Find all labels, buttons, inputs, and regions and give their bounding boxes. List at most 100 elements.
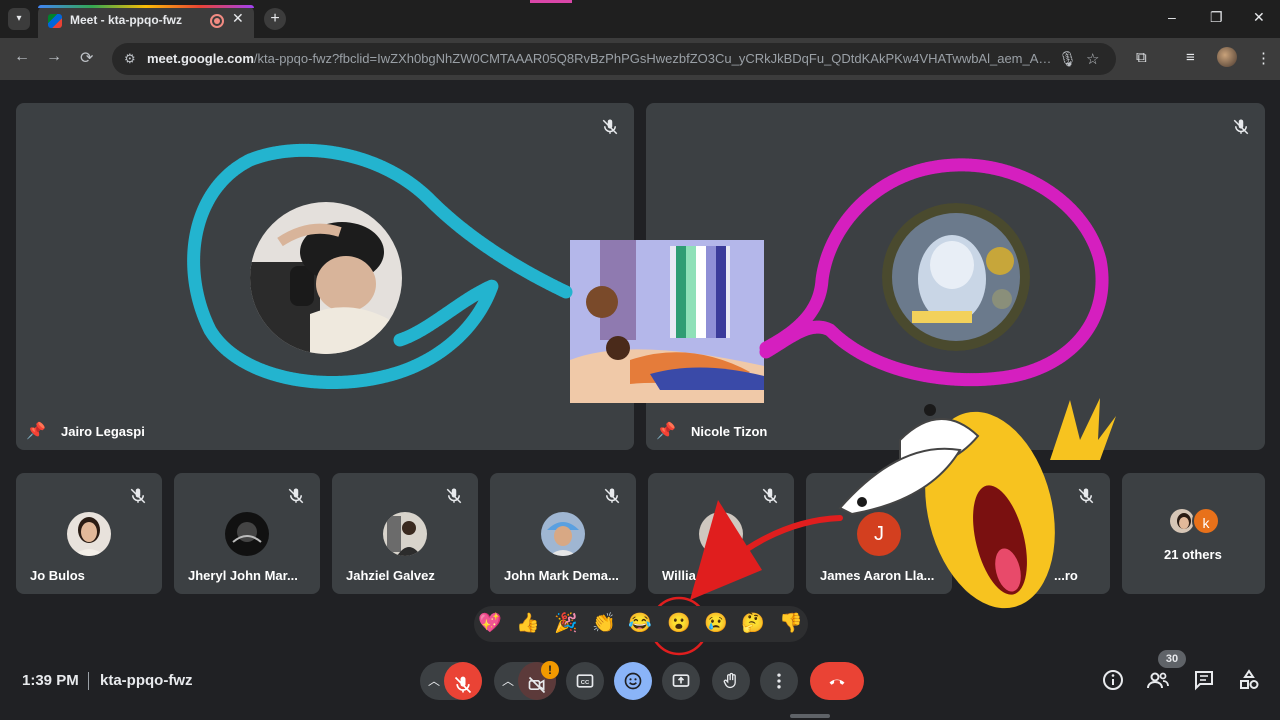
more-vert-icon: [777, 673, 781, 689]
mic-off-icon: [601, 118, 619, 136]
microphone-toggle-button[interactable]: [444, 662, 482, 700]
camera-off-icon: [528, 677, 546, 694]
meet-favicon-icon: [48, 14, 62, 28]
reaction-thumbs-down-icon[interactable]: 👎: [779, 612, 803, 636]
participant-count-badge: 30: [1158, 650, 1186, 668]
people-icon: [1147, 672, 1169, 689]
reaction-thumbs-up-icon[interactable]: 👍: [516, 612, 540, 636]
browser-toolbar: ← → ⟳ ⚙ meet.google.com/kta-ppqo-fwz?fbc…: [0, 38, 1280, 80]
reaction-crying-icon[interactable]: 😢: [704, 612, 728, 636]
close-window-button[interactable]: ✕: [1253, 9, 1265, 26]
mic-off-icon: [454, 676, 472, 694]
reload-icon[interactable]: ⟳: [80, 48, 93, 68]
tab-indicator-mark: [530, 0, 572, 3]
participant-tile[interactable]: Jahziel Galvez: [332, 473, 478, 594]
participant-avatar: [699, 512, 743, 556]
participant-tile[interactable]: Jheryl John Mar...: [174, 473, 320, 594]
mic-off-icon: [761, 487, 779, 505]
video-options-chevron-icon[interactable]: ︿: [502, 662, 514, 700]
emoji-icon: [624, 672, 642, 690]
pin-icon[interactable]: 📌: [656, 421, 676, 441]
reaction-tears-of-joy-icon[interactable]: 😂: [628, 612, 652, 636]
raise-hand-button[interactable]: [712, 662, 750, 700]
reaction-clapping-icon[interactable]: 👏: [592, 612, 616, 636]
microphone-in-use-icon[interactable]: 🎙: [1058, 50, 1077, 68]
reaction-party-popper-icon[interactable]: 🎉: [554, 612, 578, 636]
participant-name: Jo Bulos: [30, 568, 85, 583]
meeting-time: 1:39 PM: [22, 672, 79, 689]
forward-arrow-icon[interactable]: →: [46, 48, 62, 66]
more-options-button[interactable]: [760, 662, 798, 700]
tab-title: Meet - kta-ppqo-fwz: [70, 13, 182, 27]
back-arrow-icon[interactable]: ←: [14, 48, 30, 66]
participant-name: Jahziel Galvez: [346, 568, 435, 583]
reaction-sparkling-heart-icon[interactable]: 💖: [478, 612, 502, 636]
chrome-menu-icon[interactable]: ⋮: [1256, 49, 1271, 67]
tab-group-stripe: [38, 5, 254, 8]
svg-text:CC: CC: [581, 680, 590, 686]
participant-name: James Aaron Lla...: [820, 568, 935, 583]
mic-off-icon: [445, 487, 463, 505]
mic-off-icon: [603, 487, 621, 505]
home-indicator: [790, 714, 830, 718]
captions-button[interactable]: CC: [566, 662, 604, 700]
meeting-details-button[interactable]: [1101, 668, 1125, 697]
participant-tile[interactable]: ...ro: [964, 473, 1110, 594]
recording-indicator-icon: [210, 14, 224, 28]
minimize-button[interactable]: –: [1168, 9, 1176, 25]
reaction-surprised-icon[interactable]: 😮: [667, 612, 691, 636]
participant-tile-main-1[interactable]: 📌 Jairo Legaspi: [16, 103, 634, 450]
audio-options-chevron-icon[interactable]: ︿: [428, 662, 440, 700]
activities-button[interactable]: [1237, 668, 1261, 697]
profile-avatar[interactable]: [1217, 47, 1237, 67]
participant-name: John Mark Dema...: [504, 568, 619, 583]
url-text[interactable]: meet.google.com/kta-ppqo-fwz?fbclid=IwZX…: [147, 51, 1057, 66]
info-icon: [1103, 670, 1123, 690]
participant-name: ...ro: [1054, 568, 1078, 583]
extensions-icon[interactable]: ⧉: [1136, 49, 1147, 66]
meeting-code: kta-ppqo-fwz: [100, 672, 193, 689]
activities-shapes-icon: [1240, 669, 1259, 689]
mic-off-icon: [1232, 118, 1250, 136]
pin-icon[interactable]: 📌: [26, 421, 46, 441]
participant-tile[interactable]: J James Aaron Lla...: [806, 473, 952, 594]
divider: [88, 672, 89, 690]
maximize-button[interactable]: ❐: [1210, 9, 1223, 26]
address-bar[interactable]: ⚙ meet.google.com/kta-ppqo-fwz?fbclid=Iw…: [112, 43, 1116, 75]
participant-name: Jheryl John Mar...: [188, 568, 298, 583]
reactions-bar: 💖 👍 🎉 👏 😂 😮 😢 🤔 👎: [474, 606, 808, 642]
meme-image: [570, 240, 764, 403]
reactions-button[interactable]: [614, 662, 652, 700]
present-screen-button[interactable]: [662, 662, 700, 700]
tab-search-menu-icon[interactable]: ▾: [8, 8, 30, 30]
participant-name: Nicole Tizon: [691, 424, 768, 439]
active-tab[interactable]: Meet - kta-ppqo-fwz ✕: [38, 5, 254, 38]
reaction-thinking-icon[interactable]: 🤔: [741, 612, 765, 636]
participant-avatar: [541, 512, 585, 556]
new-tab-button[interactable]: +: [264, 8, 286, 30]
mic-off-icon: [129, 487, 147, 505]
warning-badge: !: [541, 661, 559, 679]
others-tile[interactable]: k 21 others: [1122, 473, 1265, 594]
chat-icon: [1195, 671, 1213, 691]
leave-call-button[interactable]: [810, 662, 864, 700]
hang-up-icon: [829, 679, 845, 685]
others-count-label: 21 others: [1164, 547, 1222, 562]
participant-initial-avatar: k: [1192, 507, 1220, 535]
media-controls-icon[interactable]: ≡: [1186, 49, 1195, 66]
participant-avatar: [67, 512, 111, 556]
participant-tile[interactable]: Willia...d: [648, 473, 794, 594]
closed-captions-icon: CC: [576, 674, 594, 688]
chat-button[interactable]: [1192, 668, 1216, 697]
participant-avatar: [882, 203, 1030, 351]
participant-tile[interactable]: John Mark Dema...: [490, 473, 636, 594]
people-button[interactable]: [1146, 668, 1170, 697]
present-screen-icon: [672, 674, 690, 687]
participant-tile[interactable]: Jo Bulos: [16, 473, 162, 594]
site-info-icon[interactable]: ⚙: [124, 51, 136, 67]
browser-tab-strip: ▾ Meet - kta-ppqo-fwz ✕ + – ❐ ✕: [0, 0, 1280, 38]
participant-avatar: [383, 512, 427, 556]
tab-close-button[interactable]: ✕: [232, 10, 244, 27]
participant-initial-avatar: J: [857, 512, 901, 556]
bookmark-star-icon[interactable]: ☆: [1086, 50, 1099, 68]
